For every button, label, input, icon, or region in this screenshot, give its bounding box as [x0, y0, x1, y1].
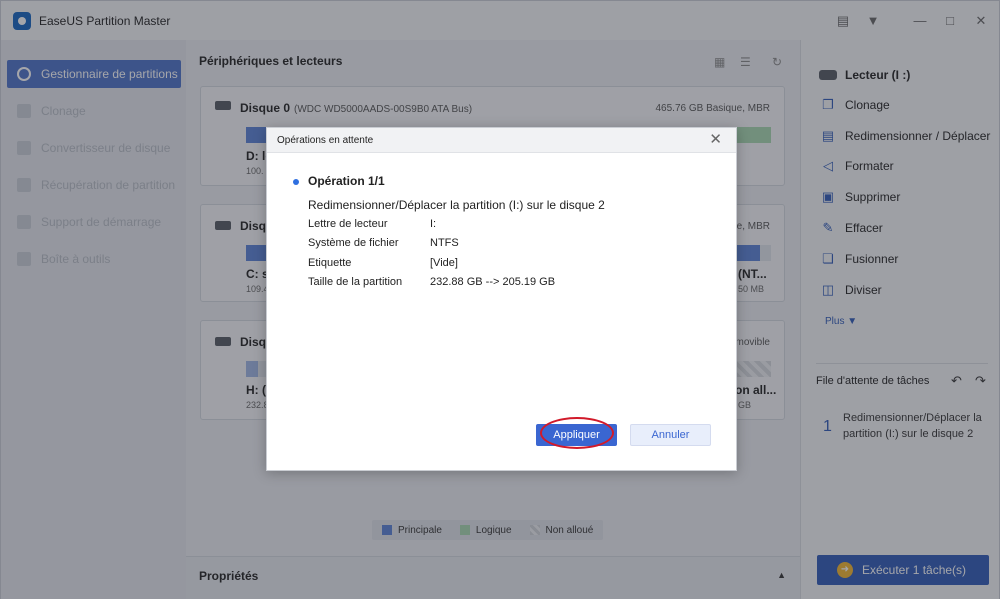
bullet-icon: [293, 179, 299, 185]
field-value: NTFS: [430, 237, 459, 249]
field-label: Système de fichier: [308, 237, 399, 249]
pending-operations-dialog: Opérations en attente ✕ Opération 1/1 Re…: [266, 127, 737, 471]
field-label: Taille de la partition: [308, 276, 403, 288]
highlight-ring: [540, 417, 614, 449]
dialog-title: Opérations en attente: [277, 135, 374, 146]
field-value: [Vide]: [430, 257, 458, 269]
dialog-header: Opérations en attente ✕: [267, 128, 736, 153]
field-label: Lettre de lecteur: [308, 218, 388, 230]
field-value: 232.88 GB --> 205.19 GB: [430, 276, 556, 288]
operation-title: Opération 1/1: [308, 174, 385, 188]
field-label: Etiquette: [308, 257, 352, 269]
close-icon[interactable]: ✕: [709, 132, 722, 148]
operation-description: Redimensionner/Déplacer la partition (I:…: [308, 198, 605, 212]
cancel-button[interactable]: Annuler: [630, 424, 711, 446]
field-value: I:: [430, 218, 437, 230]
